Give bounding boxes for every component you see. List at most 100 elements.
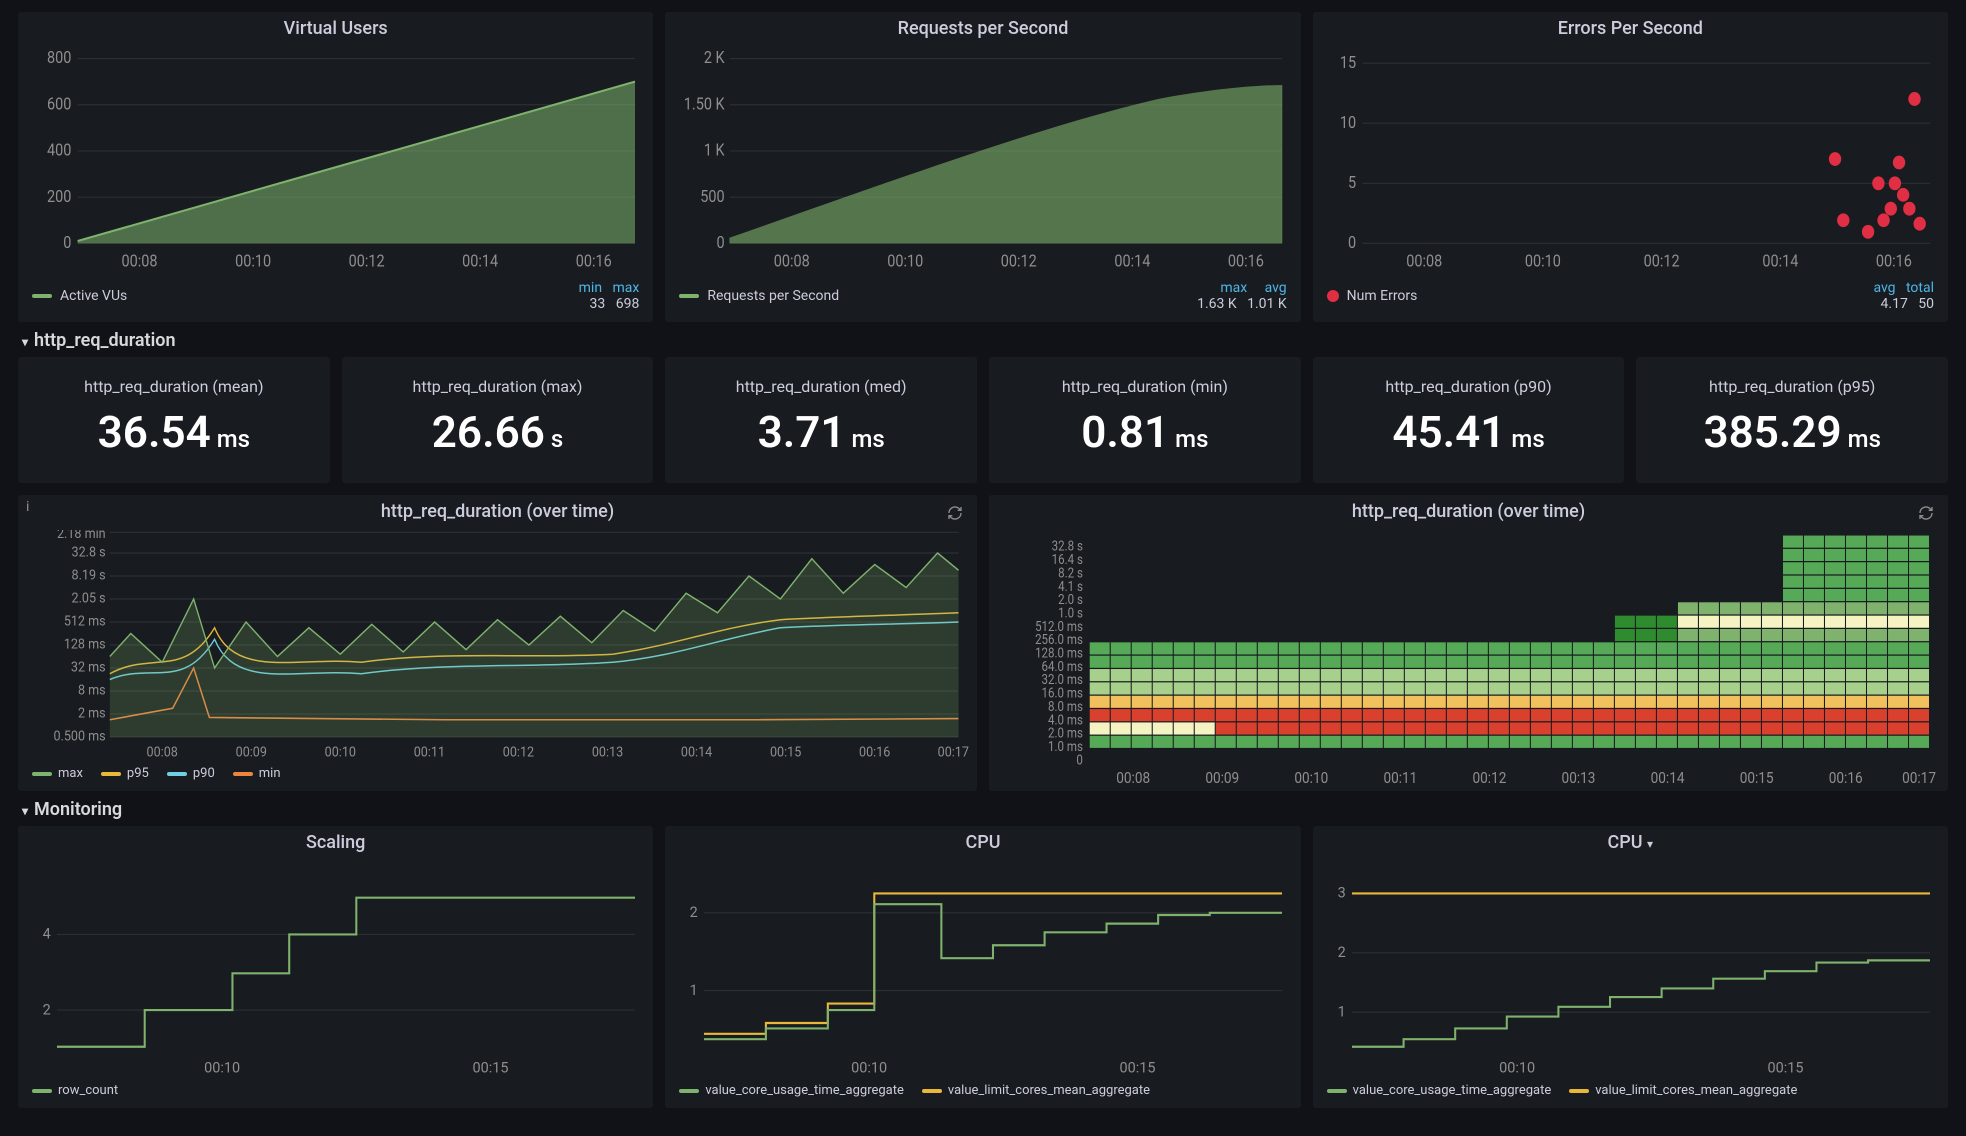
panel-legend: row_count <box>18 1079 653 1108</box>
stat-row: http_req_duration (mean)36.54ms http_req… <box>18 357 1948 483</box>
panel-title: http_req_duration (over time) <box>18 495 977 526</box>
svg-text:00:15: 00:15 <box>1767 1058 1803 1076</box>
series-label: Requests per Second <box>707 288 839 304</box>
stat-p90[interactable]: http_req_duration (p90) 45.41ms <box>1313 357 1625 483</box>
panel-cpu-2[interactable]: CPU ▾ 1 2 3 00:10 00:15 value_core_usa <box>1313 826 1948 1108</box>
svg-text:0: 0 <box>1348 233 1356 252</box>
panel-cpu-1[interactable]: CPU 1 2 00:10 00:15 value_core_usage_tim… <box>665 826 1300 1108</box>
series-swatch-icon <box>1327 290 1339 302</box>
stat-title: http_req_duration (min) <box>1062 369 1228 396</box>
series-label: value_core_usage_time_aggregate <box>1353 1083 1552 1098</box>
stat-med[interactable]: http_req_duration (med)3.71ms <box>665 357 977 483</box>
stat-unit: ms <box>1511 425 1544 453</box>
stat-mean[interactable]: http_req_duration (mean)36.54ms <box>18 357 330 483</box>
series-label: row_count <box>58 1083 118 1098</box>
svg-text:2.05 s: 2.05 s <box>72 591 106 607</box>
refresh-icon[interactable] <box>947 505 963 521</box>
svg-text:00:16: 00:16 <box>859 745 890 760</box>
stat-value: 4.17 <box>1881 296 1908 312</box>
svg-text:00:10: 00:10 <box>1294 768 1328 787</box>
dashboard: Virtual Users 0 200 400 600 800 <box>0 0 1966 1136</box>
svg-text:00:17: 00:17 <box>938 745 969 760</box>
stat-value: 698 <box>616 296 640 312</box>
stat-title: http_req_duration (med) <box>736 369 907 396</box>
chart-http-req-duration-line: 0.500 ms 2 ms 8 ms 32 ms 128 ms 512 ms 2… <box>26 530 969 760</box>
svg-text:00:10: 00:10 <box>1525 252 1561 271</box>
svg-text:00:11: 00:11 <box>414 745 445 760</box>
svg-text:600: 600 <box>47 95 71 114</box>
svg-text:00:16: 00:16 <box>1829 768 1863 787</box>
svg-text:00:12: 00:12 <box>349 252 385 271</box>
svg-text:00:10: 00:10 <box>851 1058 887 1076</box>
series-label: p95 <box>127 766 149 781</box>
stat-title: http_req_duration (max) <box>413 369 583 396</box>
stat-value: 36.54 <box>98 406 211 458</box>
series-label: value_core_usage_time_aggregate <box>705 1083 904 1098</box>
series-swatch-icon <box>32 772 52 776</box>
svg-text:00:16: 00:16 <box>1876 252 1912 271</box>
series-label: min <box>259 766 281 781</box>
series-swatch-icon <box>679 294 699 298</box>
stat-head: max <box>612 280 639 296</box>
chart-rps: 0 500 1 K 1.50 K 2 K 00:08 00:10 00:12 0… <box>673 47 1292 278</box>
chevron-down-icon: ▾ <box>22 804 28 818</box>
svg-text:15: 15 <box>1340 53 1357 72</box>
stat-max[interactable]: http_req_duration (max)26.66s <box>342 357 654 483</box>
series-label: value_limit_cores_mean_aggregate <box>1595 1083 1797 1098</box>
svg-text:400: 400 <box>47 141 71 160</box>
svg-text:00:15: 00:15 <box>1120 1058 1156 1076</box>
series-swatch-icon <box>32 1089 52 1093</box>
row-header-http-req-duration[interactable]: ▾ http_req_duration <box>18 322 1948 357</box>
panel-errors-per-second[interactable]: Errors Per Second 0 5 10 15 <box>1313 12 1948 322</box>
svg-text:00:13: 00:13 <box>1562 768 1596 787</box>
svg-text:00:08: 00:08 <box>1406 252 1442 271</box>
series-swatch-icon <box>1569 1089 1589 1093</box>
stat-title: http_req_duration (p95) <box>1709 369 1875 396</box>
stat-unit: ms <box>217 425 250 453</box>
row-header-label: http_req_duration <box>34 330 175 351</box>
chart-cpu-1: 1 2 00:10 00:15 <box>673 861 1292 1077</box>
svg-text:00:13: 00:13 <box>592 745 623 760</box>
svg-text:200: 200 <box>47 187 71 206</box>
refresh-icon[interactable] <box>1918 505 1934 521</box>
panel-legend: max p95 p90 min <box>18 762 977 791</box>
chart-eps: 0 5 10 15 00:08 00:10 00:12 00:14 00:16 <box>1321 47 1940 278</box>
panel-requests-per-second[interactable]: Requests per Second 0 500 1 K 1.50 K 2 K… <box>665 12 1300 322</box>
stat-p95[interactable]: http_req_duration (p95)385.29ms <box>1636 357 1948 483</box>
series-swatch-icon <box>922 1089 942 1093</box>
stat-head: max <box>1220 280 1247 296</box>
svg-text:0: 0 <box>717 233 725 252</box>
panel-legend: value_core_usage_time_aggregate value_li… <box>665 1079 1300 1108</box>
svg-text:1 K: 1 K <box>704 141 725 160</box>
panel-virtual-users[interactable]: Virtual Users 0 200 400 600 800 <box>18 12 653 322</box>
svg-text:00:08: 00:08 <box>147 745 178 760</box>
series-label: p90 <box>193 766 215 781</box>
svg-text:8 ms: 8 ms <box>78 683 106 699</box>
row-header-monitoring[interactable]: ▾ Monitoring <box>18 791 1948 826</box>
svg-text:00:09: 00:09 <box>1205 768 1239 787</box>
stat-value: 33 <box>590 296 606 312</box>
svg-text:2: 2 <box>43 1000 51 1018</box>
panel-http-req-duration-line[interactable]: i http_req_duration (over time) <box>18 495 977 791</box>
info-icon[interactable]: i <box>26 499 29 515</box>
stat-min[interactable]: http_req_duration (min)0.81ms <box>989 357 1301 483</box>
svg-text:00:14: 00:14 <box>1115 252 1151 271</box>
svg-text:00:15: 00:15 <box>1740 768 1774 787</box>
svg-text:00:08: 00:08 <box>122 252 158 271</box>
svg-text:4: 4 <box>43 924 51 942</box>
series-swatch-icon <box>679 1089 699 1093</box>
chevron-down-icon[interactable]: ▾ <box>1647 837 1653 851</box>
panel-legend: Active VUs min max 33 698 <box>18 280 653 322</box>
stat-value: 45.41 <box>1392 406 1505 458</box>
svg-text:512 ms: 512 ms <box>64 614 106 630</box>
series-label: value_limit_cores_mean_aggregate <box>948 1083 1150 1098</box>
svg-text:00:14: 00:14 <box>1651 768 1685 787</box>
panel-legend: Requests per Second max avg 1.63 K 1.01 … <box>665 280 1300 322</box>
svg-text:00:16: 00:16 <box>1228 252 1264 271</box>
svg-text:500: 500 <box>701 187 725 206</box>
panel-scaling[interactable]: Scaling 2 4 00:10 00:15 row_count <box>18 826 653 1108</box>
panel-title: Requests per Second <box>665 12 1300 43</box>
stat-title: http_req_duration (p90) <box>1385 369 1551 396</box>
panel-http-req-duration-heatmap[interactable]: http_req_duration (over time) 01.0 ms2.0… <box>989 495 1948 791</box>
stat-value: 385.29 <box>1703 406 1841 458</box>
